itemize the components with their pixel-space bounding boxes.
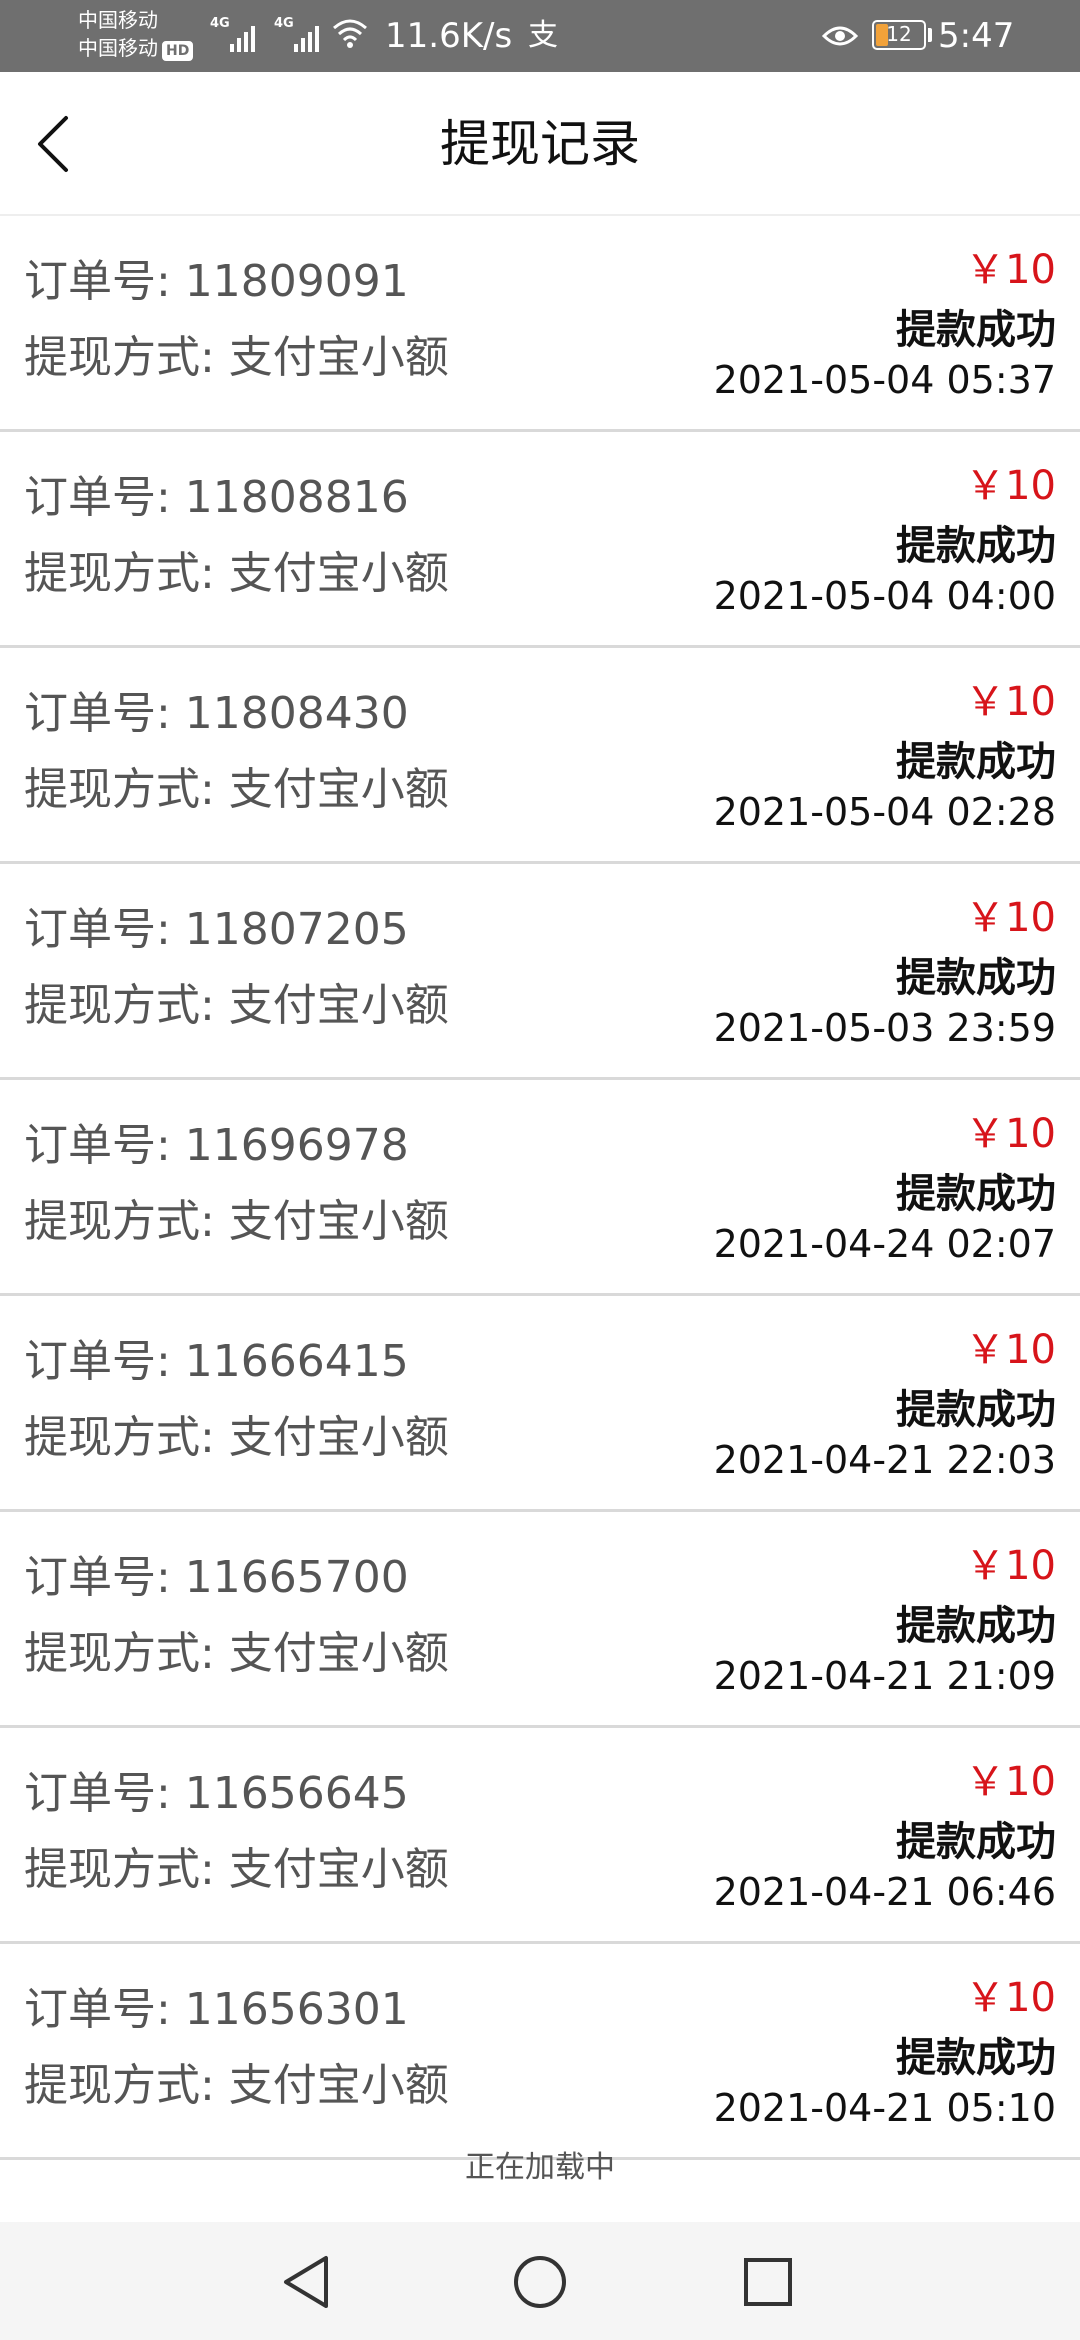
order-number: 订单号: 11666415 [24, 1336, 409, 1387]
withdraw-method: 提现方式: 支付宝小额 [24, 548, 449, 599]
amount: ￥10 [965, 1111, 1056, 1157]
timestamp: 2021-05-03 23:59 [713, 1006, 1056, 1050]
nav-home-icon[interactable] [504, 2246, 576, 2318]
loading-text: 正在加载中 [465, 2150, 615, 2185]
amount: ￥10 [965, 1975, 1056, 2021]
network-speed: 11.6K/s [385, 16, 513, 56]
status-text: 提款成功 [896, 523, 1056, 569]
status-text: 提款成功 [896, 307, 1056, 353]
timestamp: 2021-05-04 02:28 [713, 790, 1056, 834]
order-number: 订单号: 11665700 [24, 1552, 409, 1603]
status-text: 提款成功 [896, 1603, 1056, 1649]
status-text: 提款成功 [896, 1819, 1056, 1865]
withdraw-method: 提现方式: 支付宝小额 [24, 980, 449, 1031]
signal-icon: 4G [210, 16, 260, 52]
battery-cap [928, 28, 932, 42]
order-number: 订单号: 11809091 [24, 256, 409, 307]
carrier-1: 中国移动 [78, 8, 158, 32]
withdraw-method: 提现方式: 支付宝小额 [24, 2060, 449, 2111]
amount: ￥10 [965, 1543, 1056, 1589]
carrier-2-row: 中国移动 HD [78, 34, 194, 62]
order-number: 订单号: 11656301 [24, 1984, 409, 2035]
timestamp: 2021-05-04 05:37 [713, 358, 1056, 402]
withdraw-method: 提现方式: 支付宝小额 [24, 764, 449, 815]
order-number: 订单号: 11808816 [24, 472, 409, 523]
record-list: 订单号: 11809091 提现方式: 支付宝小额 ￥10 提款成功 2021-… [0, 216, 1080, 2160]
withdraw-method: 提现方式: 支付宝小额 [24, 1412, 449, 1463]
carrier-info: 中国移动 中国移动 HD [78, 6, 194, 62]
record-row[interactable]: 订单号: 11808816 提现方式: 支付宝小额 ￥10 提款成功 2021-… [0, 432, 1080, 648]
timestamp: 2021-05-04 04:00 [713, 574, 1056, 618]
record-row[interactable]: 订单号: 11656301 提现方式: 支付宝小额 ￥10 提款成功 2021-… [0, 1944, 1080, 2160]
signal-label: 4G [274, 16, 294, 31]
order-number: 订单号: 11808430 [24, 688, 409, 739]
carrier-2: 中国移动 [78, 36, 158, 60]
withdraw-method: 提现方式: 支付宝小额 [24, 1196, 449, 1247]
order-number: 订单号: 11656645 [24, 1768, 409, 1819]
timestamp: 2021-04-21 22:03 [713, 1438, 1056, 1482]
timestamp: 2021-04-24 02:07 [713, 1222, 1056, 1266]
eye-comfort-icon [822, 26, 858, 46]
nav-back-icon[interactable] [272, 2246, 344, 2318]
page-title: 提现记录 [440, 115, 640, 173]
timestamp: 2021-04-21 21:09 [713, 1654, 1056, 1698]
battery-icon: 12 [872, 20, 926, 50]
amount: ￥10 [965, 895, 1056, 941]
order-number: 订单号: 11696978 [24, 1120, 409, 1171]
record-row[interactable]: 订单号: 11809091 提现方式: 支付宝小额 ￥10 提款成功 2021-… [0, 216, 1080, 432]
screen: 中国移动 中国移动 HD 4G 4G 11.6K/s 支 12 5:47 提现记… [0, 0, 1080, 2340]
amount: ￥10 [965, 463, 1056, 509]
signal-label: 4G [210, 16, 230, 31]
status-text: 提款成功 [896, 955, 1056, 1001]
record-row[interactable]: 订单号: 11808430 提现方式: 支付宝小额 ￥10 提款成功 2021-… [0, 648, 1080, 864]
amount: ￥10 [965, 1327, 1056, 1373]
nav-recent-icon[interactable] [732, 2246, 804, 2318]
status-text: 提款成功 [896, 2035, 1056, 2081]
header: 提现记录 [0, 72, 1080, 216]
amount: ￥10 [965, 1759, 1056, 1805]
status-text: 提款成功 [896, 1387, 1056, 1433]
wifi-icon [333, 19, 367, 48]
status-text: 提款成功 [896, 739, 1056, 785]
status-text: 提款成功 [896, 1171, 1056, 1217]
record-row[interactable]: 订单号: 11696978 提现方式: 支付宝小额 ￥10 提款成功 2021-… [0, 1080, 1080, 1296]
record-row[interactable]: 订单号: 11807205 提现方式: 支付宝小额 ￥10 提款成功 2021-… [0, 864, 1080, 1080]
clock: 5:47 [938, 16, 1015, 56]
battery-level: 12 [886, 22, 912, 46]
record-row[interactable]: 订单号: 11666415 提现方式: 支付宝小额 ￥10 提款成功 2021-… [0, 1296, 1080, 1512]
withdraw-method: 提现方式: 支付宝小额 [24, 332, 449, 383]
record-row[interactable]: 订单号: 11665700 提现方式: 支付宝小额 ￥10 提款成功 2021-… [0, 1512, 1080, 1728]
signal-group: 4G 4G [210, 16, 324, 52]
withdraw-method: 提现方式: 支付宝小额 [24, 1628, 449, 1679]
status-bar: 中国移动 中国移动 HD 4G 4G 11.6K/s 支 12 5:47 [0, 0, 1080, 72]
signal-icon: 4G [274, 16, 324, 52]
order-number: 订单号: 11807205 [24, 904, 409, 955]
notification-icon: 支 [528, 18, 558, 53]
amount: ￥10 [965, 679, 1056, 725]
record-row[interactable]: 订单号: 11656645 提现方式: 支付宝小额 ￥10 提款成功 2021-… [0, 1728, 1080, 1944]
amount: ￥10 [965, 247, 1056, 293]
timestamp: 2021-04-21 05:10 [713, 2086, 1056, 2130]
system-nav-bar [0, 2222, 1080, 2340]
hd-badge: HD [162, 41, 194, 61]
withdraw-method: 提现方式: 支付宝小额 [24, 1844, 449, 1895]
timestamp: 2021-04-21 06:46 [713, 1870, 1056, 1914]
